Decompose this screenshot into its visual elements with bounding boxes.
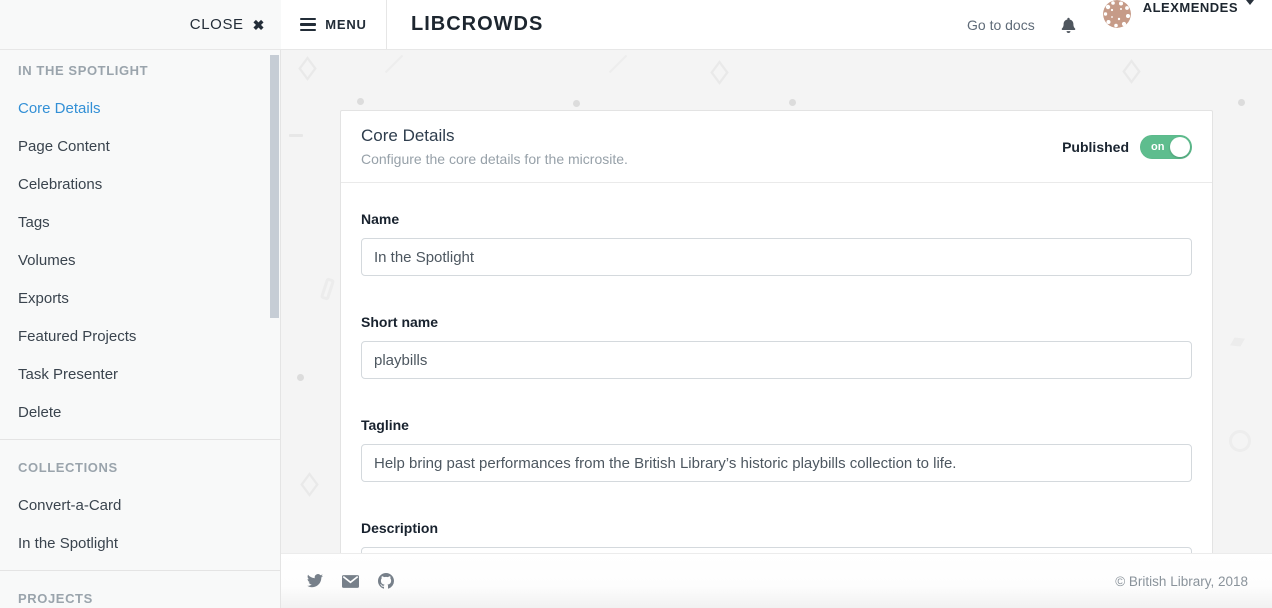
tagline-field-group: Tagline: [361, 415, 1192, 482]
description-label: Description: [361, 518, 1192, 538]
short-name-label: Short name: [361, 312, 1192, 332]
username[interactable]: ALEXMENDES: [1143, 0, 1238, 49]
copyright-text: © British Library, 2018: [1115, 574, 1248, 589]
core-details-card: Core Details Configure the core details …: [340, 110, 1213, 608]
sidebar-scrollbar[interactable]: [270, 55, 279, 318]
decorative-diamond: [1122, 59, 1140, 84]
notifications-bell-icon[interactable]: [1060, 0, 1077, 49]
footer: © British Library, 2018: [281, 553, 1272, 608]
card-title: Core Details: [361, 124, 628, 147]
toggle-on-label: on: [1151, 141, 1164, 153]
close-icon: ✖: [253, 18, 265, 32]
tagline-input[interactable]: [361, 444, 1192, 482]
decorative-dot: [789, 99, 796, 106]
sidebar-item-volumes[interactable]: Volumes: [0, 241, 280, 279]
app-window: CLOSE ✖ MENU LIBCROWDS Go to docs: [0, 0, 1272, 608]
decorative-circle: [1229, 430, 1251, 452]
sidebar-item-in-the-spotlight[interactable]: In the Spotlight: [0, 524, 280, 562]
decorative-dot: [1238, 99, 1245, 106]
tagline-label: Tagline: [361, 415, 1192, 435]
sidebar-item-core-details[interactable]: Core Details: [0, 89, 280, 127]
chevron-down-icon[interactable]: [1246, 0, 1254, 5]
decorative-diamond: [300, 472, 318, 497]
sidebar-item-exports[interactable]: Exports: [0, 279, 280, 317]
card-header-text: Core Details Configure the core details …: [361, 124, 628, 169]
twitter-icon[interactable]: [307, 574, 323, 588]
docs-link[interactable]: Go to docs: [967, 0, 1035, 49]
decorative-diamond: [298, 56, 316, 81]
decorative-rectangle: [320, 277, 335, 301]
decorative-line: [385, 55, 403, 73]
sidebar-header-bar: CLOSE ✖: [0, 0, 281, 49]
github-icon[interactable]: [378, 573, 394, 589]
sidebar-item-page-content[interactable]: Page Content: [0, 127, 280, 165]
published-toggle[interactable]: on: [1140, 135, 1192, 159]
sidebar-section-in-the-spotlight: IN THE SPOTLIGHT: [0, 51, 280, 89]
decorative-dot: [573, 100, 580, 107]
sidebar-item-celebrations[interactable]: Celebrations: [0, 165, 280, 203]
decorative-dot: [297, 374, 304, 381]
main-content: Core Details Configure the core details …: [281, 50, 1272, 608]
brand-logo[interactable]: LIBCROWDS: [411, 0, 543, 49]
card-subtitle: Configure the core details for the micro…: [361, 149, 628, 169]
name-input[interactable]: [361, 238, 1192, 276]
avatar[interactable]: [1103, 0, 1131, 28]
name-field-group: Name: [361, 209, 1192, 276]
sidebar-item-delete[interactable]: Delete: [0, 393, 280, 431]
sidebar-item-convert-a-card[interactable]: Convert-a-Card: [0, 486, 280, 524]
menu-button[interactable]: MENU: [281, 0, 387, 49]
decorative-diamond: [710, 60, 728, 85]
published-control: Published on: [1062, 135, 1192, 159]
decorative-line: [609, 55, 627, 73]
decorative-dot: [357, 98, 364, 105]
card-header: Core Details Configure the core details …: [341, 111, 1212, 183]
hamburger-icon: [300, 18, 316, 32]
toggle-knob: [1170, 137, 1190, 157]
close-sidebar-button[interactable]: CLOSE ✖: [190, 16, 265, 33]
published-label: Published: [1062, 139, 1129, 155]
sidebar-item-tags[interactable]: Tags: [0, 203, 280, 241]
sidebar-divider: [0, 570, 280, 571]
sidebar-item-featured-projects[interactable]: Featured Projects: [0, 317, 280, 355]
sidebar-divider: [0, 439, 280, 440]
decorative-parallelogram: [1230, 337, 1245, 346]
sidebar-section-projects: PROJECTS: [0, 579, 280, 608]
name-label: Name: [361, 209, 1192, 229]
topbar: CLOSE ✖ MENU LIBCROWDS Go to docs: [0, 0, 1272, 50]
app-body: IN THE SPOTLIGHT Core Details Page Conte…: [0, 50, 1272, 608]
topbar-spacer: [543, 0, 967, 49]
short-name-field-group: Short name: [361, 312, 1192, 379]
sidebar-section-collections: COLLECTIONS: [0, 448, 280, 486]
short-name-input[interactable]: [361, 341, 1192, 379]
menu-label: MENU: [325, 17, 366, 32]
card-body: Name Short name Tagline Description: [341, 183, 1212, 608]
decorative-dash: [289, 134, 303, 137]
close-label: CLOSE: [190, 16, 244, 33]
email-icon[interactable]: [342, 575, 359, 588]
sidebar: IN THE SPOTLIGHT Core Details Page Conte…: [0, 50, 281, 608]
sidebar-item-task-presenter[interactable]: Task Presenter: [0, 355, 280, 393]
